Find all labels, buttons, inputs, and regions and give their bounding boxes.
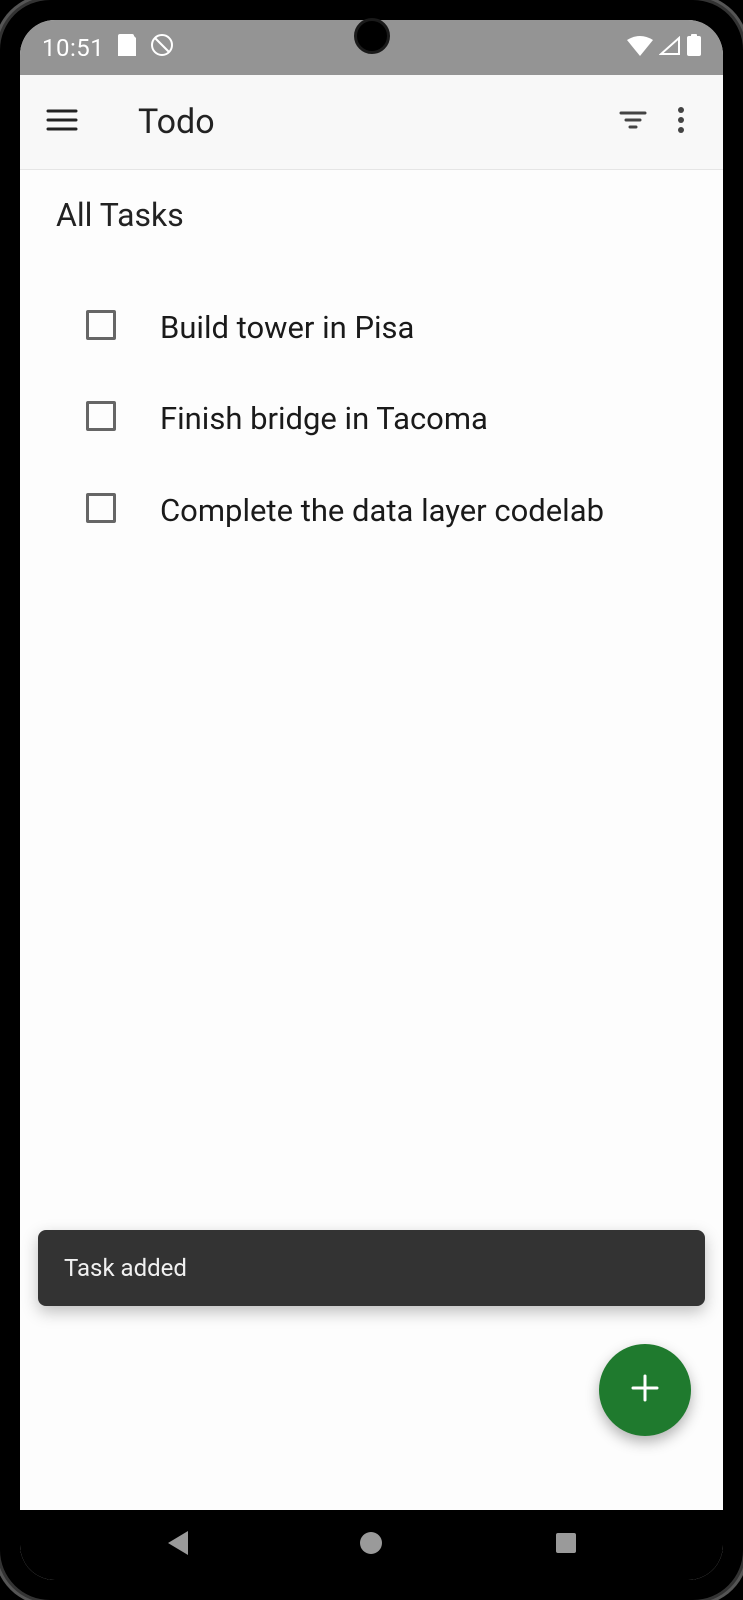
sd-card-icon xyxy=(118,34,136,62)
task-label: Finish bridge in Tacoma xyxy=(160,397,488,440)
filter-icon xyxy=(619,110,647,134)
filter-button[interactable] xyxy=(609,98,657,146)
section-title: All Tasks xyxy=(56,196,687,234)
battery-icon xyxy=(687,34,701,62)
plus-icon xyxy=(627,1370,663,1410)
home-button[interactable] xyxy=(351,1525,391,1565)
more-vert-icon xyxy=(677,106,685,138)
app-bar: Todo xyxy=(20,75,723,170)
app-title: Todo xyxy=(138,102,609,142)
hamburger-icon xyxy=(46,108,78,136)
back-button[interactable] xyxy=(157,1525,197,1565)
task-checkbox[interactable] xyxy=(86,310,116,340)
task-label: Build tower in Pisa xyxy=(160,306,414,349)
more-button[interactable] xyxy=(657,98,705,146)
signal-icon xyxy=(659,34,681,62)
add-task-fab[interactable] xyxy=(599,1344,691,1436)
system-nav-bar xyxy=(20,1510,723,1580)
status-time: 10:51 xyxy=(42,34,104,62)
home-circle-icon xyxy=(359,1531,383,1559)
task-item[interactable]: Finish bridge in Tacoma xyxy=(56,373,687,464)
snackbar-message: Task added xyxy=(64,1254,187,1282)
recents-square-icon xyxy=(555,1532,577,1558)
snackbar: Task added xyxy=(38,1230,705,1306)
camera-notch xyxy=(354,18,390,54)
menu-button[interactable] xyxy=(38,98,86,146)
do-not-disturb-icon xyxy=(150,33,174,63)
task-item[interactable]: Build tower in Pisa xyxy=(56,282,687,373)
recents-button[interactable] xyxy=(546,1525,586,1565)
main-content: All Tasks Build tower in Pisa Finish bri… xyxy=(20,170,723,1510)
task-list: Build tower in Pisa Finish bridge in Tac… xyxy=(56,282,687,556)
task-item[interactable]: Complete the data layer codelab xyxy=(56,465,687,556)
task-checkbox[interactable] xyxy=(86,401,116,431)
task-checkbox[interactable] xyxy=(86,493,116,523)
back-triangle-icon xyxy=(166,1531,188,1559)
wifi-icon xyxy=(627,34,653,62)
task-label: Complete the data layer codelab xyxy=(160,489,604,532)
